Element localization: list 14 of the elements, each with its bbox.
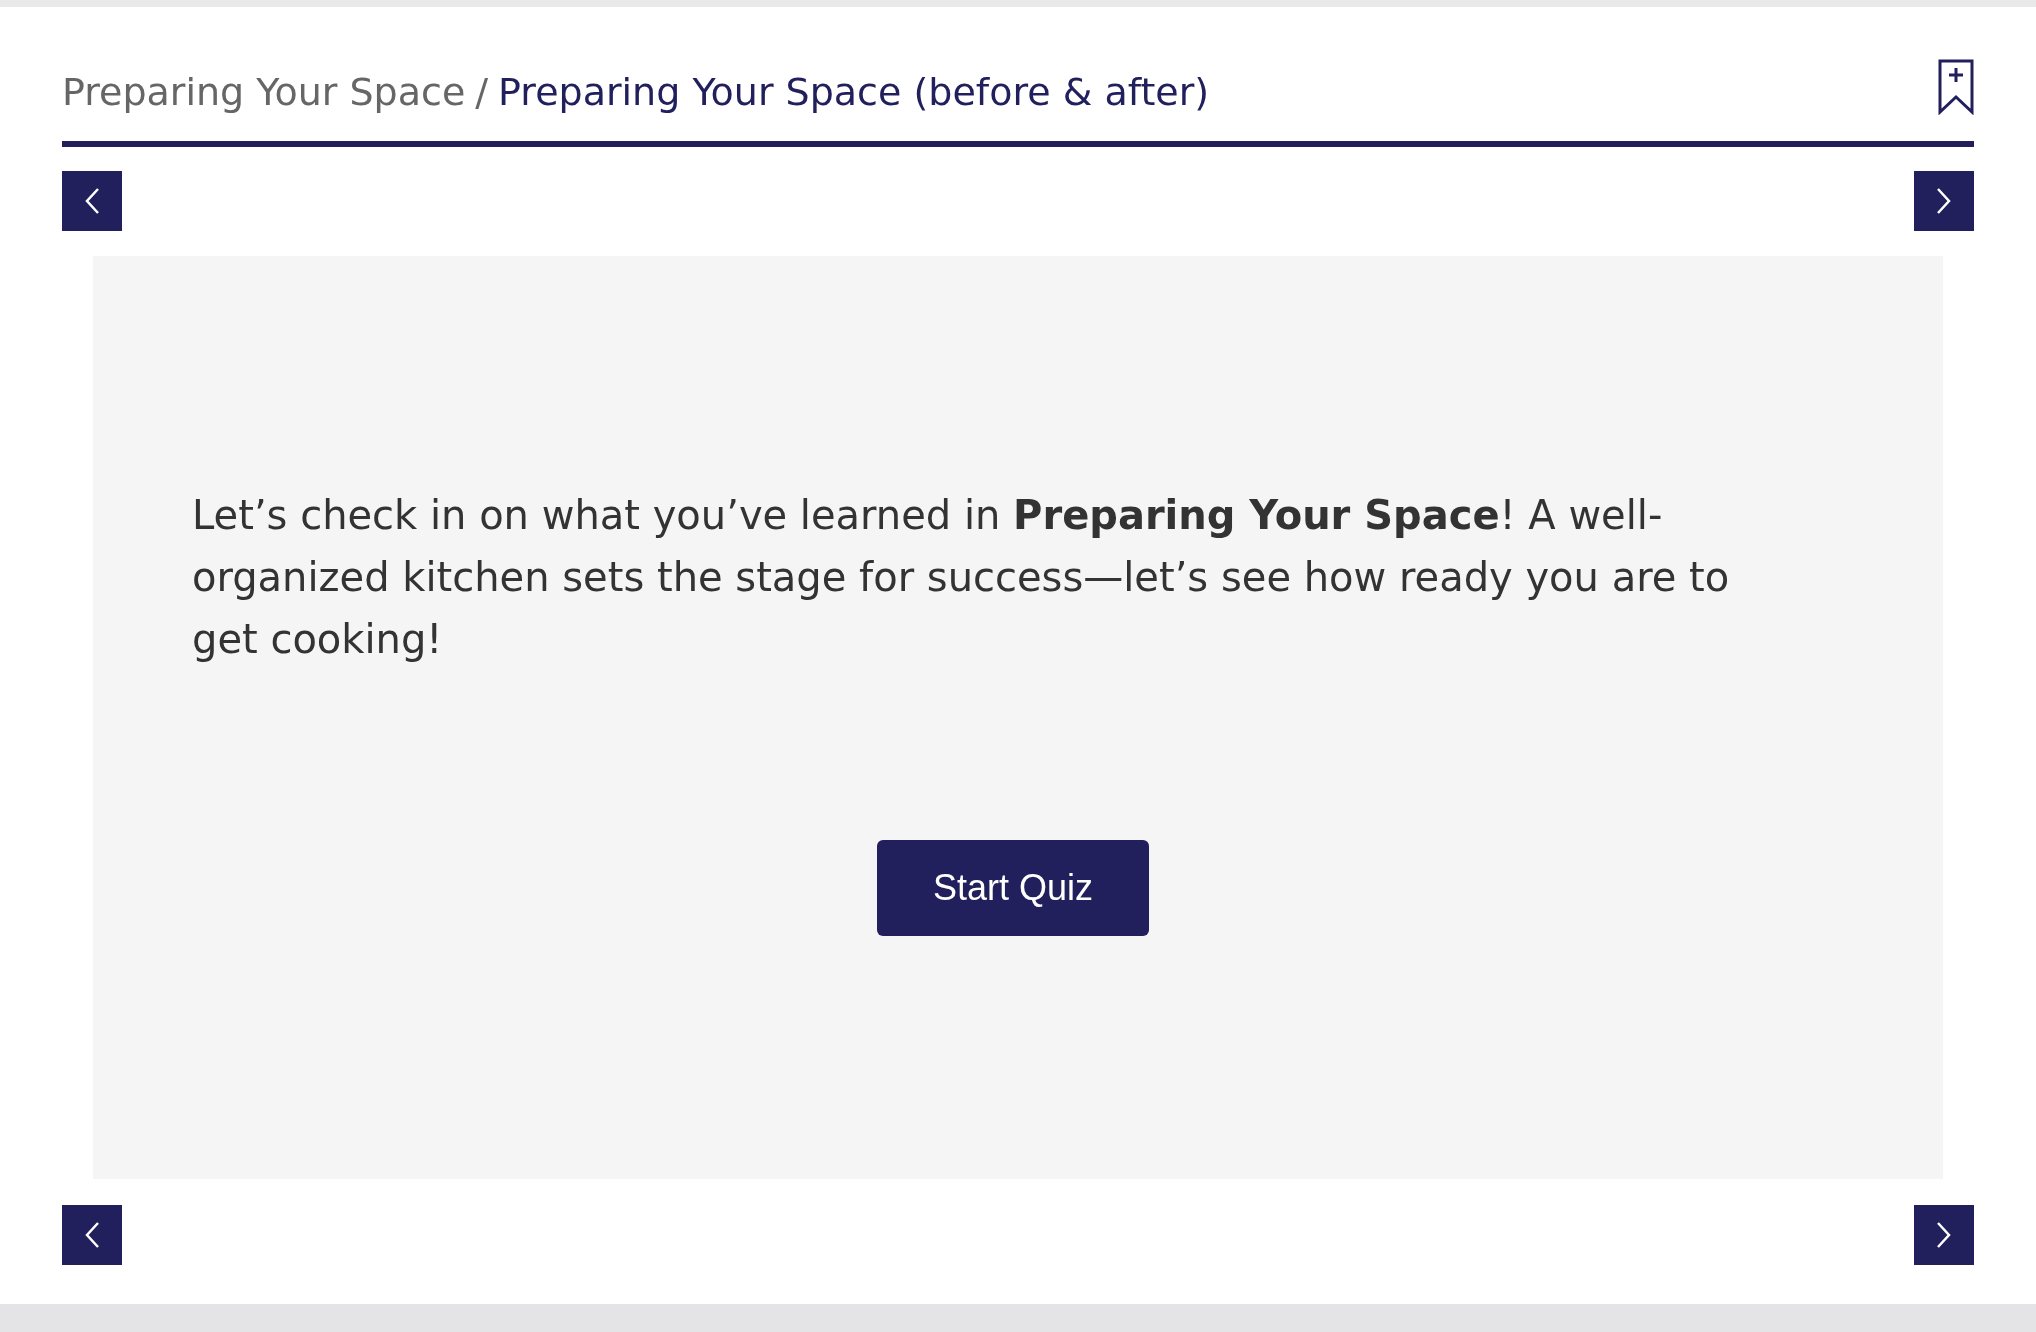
- chevron-right-icon: [1936, 187, 1952, 215]
- breadcrumb-link[interactable]: Preparing Your Space: [62, 73, 466, 111]
- start-quiz-button[interactable]: Start Quiz: [877, 840, 1149, 936]
- previous-button[interactable]: [62, 1205, 122, 1265]
- next-button[interactable]: [1914, 171, 1974, 231]
- quiz-intro-text: Let’s check in on what you’ve learned in Preparing Your Space! A well-organized kitchen sets the stage for success—let’s see how ready you are to get cooking!: [192, 491, 1731, 664]
- chevron-left-icon: [84, 187, 100, 215]
- previous-button[interactable]: [62, 171, 122, 231]
- breadcrumb-separator: /: [475, 73, 489, 111]
- chevron-right-icon: [1936, 1221, 1952, 1249]
- bookmark-add-icon[interactable]: [1938, 59, 1974, 115]
- breadcrumb-current: Preparing Your Space (before & after): [498, 73, 1210, 111]
- next-button[interactable]: [1914, 1205, 1974, 1265]
- chevron-left-icon: [84, 1221, 100, 1249]
